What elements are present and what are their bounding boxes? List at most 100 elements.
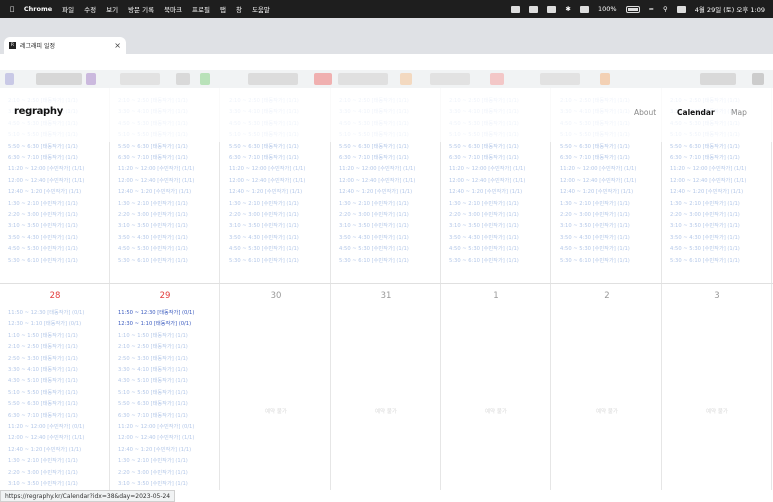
time-slot[interactable]: 3:10 ~ 3:50 [수민작가] (1/1): [118, 222, 188, 229]
time-slot[interactable]: 5:50 ~ 6:30 [태동작가] (1/1): [670, 143, 740, 150]
apple-icon[interactable]: : [10, 5, 14, 13]
time-slot[interactable]: 3:50 ~ 4:30 [수민작가] (1/1): [560, 234, 630, 241]
time-slot[interactable]: 2:20 ~ 3:00 [수민작가] (1/1): [118, 211, 188, 218]
time-slot[interactable]: 2:20 ~ 3:00 [수민작가] (1/1): [560, 211, 630, 218]
time-slot[interactable]: 12:40 ~ 1:20 [수민작가] (1/1): [560, 188, 633, 195]
bookmark-item[interactable]: [752, 73, 764, 85]
bookmark-item[interactable]: [430, 73, 470, 85]
time-slot[interactable]: 1:30 ~ 2:10 [수민작가] (1/1): [670, 200, 740, 207]
time-slot[interactable]: 1:30 ~ 2:10 [수민작가] (1/1): [449, 200, 519, 207]
bookmark-item[interactable]: [248, 73, 298, 85]
time-slot[interactable]: 1:10 ~ 1:50 [태동작가] (1/1): [118, 332, 188, 339]
time-slot[interactable]: 6:30 ~ 7:10 [태동작가] (1/1): [8, 412, 78, 419]
clock[interactable]: 4월 29일 (토) 오후 1:09: [695, 4, 765, 14]
time-slot[interactable]: 5:10 ~ 5:50 [태동작가] (1/1): [118, 389, 188, 396]
time-slot[interactable]: 4:50 ~ 5:30 [수민작가] (1/1): [8, 245, 78, 252]
time-slot[interactable]: 5:50 ~ 6:30 [태동작가] (1/1): [8, 400, 78, 407]
time-slot[interactable]: 5:10 ~ 5:50 [태동작가] (1/1): [8, 389, 78, 396]
time-slot[interactable]: 3:50 ~ 4:30 [수민작가] (1/1): [8, 234, 78, 241]
control-center-icon[interactable]: [676, 5, 686, 13]
time-slot[interactable]: 1:10 ~ 1:50 [태동작가] (1/1): [8, 332, 78, 339]
time-slot[interactable]: 4:50 ~ 5:30 [수민작가] (1/1): [118, 245, 188, 252]
menubar-item[interactable]: 파일: [62, 4, 74, 14]
time-slot[interactable]: 2:50 ~ 3:30 [태동작가] (1/1): [118, 355, 188, 362]
menubar-item[interactable]: 창: [236, 4, 242, 14]
time-slot[interactable]: 1:30 ~ 2:10 [수민작가] (1/1): [118, 457, 188, 464]
wifi-icon[interactable]: ≈: [649, 5, 654, 13]
time-slot[interactable]: 12:40 ~ 1:20 [수민작가] (1/1): [670, 188, 743, 195]
time-slot[interactable]: 6:30 ~ 7:10 [태동작가] (1/1): [229, 154, 299, 161]
time-slot[interactable]: 2:20 ~ 3:00 [수민작가] (1/1): [670, 211, 740, 218]
time-slot[interactable]: 3:10 ~ 3:50 [수민작가] (1/1): [8, 480, 78, 487]
time-slot[interactable]: 12:00 ~ 12:40 [수민작가] (1/1): [118, 177, 194, 184]
bookmark-item[interactable]: [700, 73, 736, 85]
time-slot[interactable]: 1:30 ~ 2:10 [수민작가] (1/1): [560, 200, 630, 207]
menubar-item[interactable]: 보기: [106, 4, 118, 14]
time-slot[interactable]: 11:20 ~ 12:00 [수민작가] (1/1): [339, 165, 415, 172]
menubar-item[interactable]: 방문 기록: [128, 4, 154, 14]
time-slot[interactable]: 3:10 ~ 3:50 [수민작가] (1/1): [229, 222, 299, 229]
time-slot[interactable]: 11:50 ~ 12:30 [태동작가] (0/1): [8, 309, 84, 316]
time-slot[interactable]: 5:30 ~ 6:10 [수민작가] (1/1): [449, 257, 519, 264]
time-slot[interactable]: 11:20 ~ 12:00 [수민작가] (1/1): [118, 165, 194, 172]
time-slot[interactable]: 1:30 ~ 2:10 [수민작가] (1/1): [8, 457, 78, 464]
time-slot[interactable]: 3:30 ~ 4:10 [태동작가] (1/1): [118, 366, 188, 373]
time-slot[interactable]: 5:50 ~ 6:30 [태동작가] (1/1): [8, 143, 78, 150]
time-slot[interactable]: 3:10 ~ 3:50 [수민작가] (1/1): [8, 222, 78, 229]
time-slot[interactable]: 6:30 ~ 7:10 [태동작가] (1/1): [118, 154, 188, 161]
time-slot[interactable]: 12:00 ~ 12:40 [수민작가] (1/1): [560, 177, 636, 184]
time-slot[interactable]: 3:50 ~ 4:30 [수민작가] (1/1): [449, 234, 519, 241]
time-slot[interactable]: 12:40 ~ 1:20 [수민작가] (1/1): [118, 188, 191, 195]
time-slot[interactable]: 4:50 ~ 5:30 [수민작가] (1/1): [449, 245, 519, 252]
time-slot[interactable]: 11:20 ~ 12:00 [수민작가] (1/1): [229, 165, 305, 172]
time-slot[interactable]: 6:30 ~ 7:10 [태동작가] (1/1): [449, 154, 519, 161]
time-slot[interactable]: 2:20 ~ 3:00 [수민작가] (1/1): [449, 211, 519, 218]
time-slot[interactable]: 2:20 ~ 3:00 [수민작가] (1/1): [8, 469, 78, 476]
time-slot[interactable]: 2:20 ~ 3:00 [수민작가] (1/1): [118, 469, 188, 476]
menubar-item[interactable]: 북마크: [164, 4, 182, 14]
time-slot[interactable]: 3:50 ~ 4:30 [수민작가] (1/1): [670, 234, 740, 241]
bookmark-item[interactable]: [200, 73, 210, 85]
time-slot[interactable]: 3:10 ~ 3:50 [수민작가] (1/1): [670, 222, 740, 229]
time-slot[interactable]: 3:10 ~ 3:50 [수민작가] (1/1): [118, 480, 188, 487]
nav-calendar[interactable]: Calendar: [677, 108, 715, 117]
time-slot[interactable]: 12:00 ~ 12:40 [수민작가] (1/1): [339, 177, 415, 184]
time-slot[interactable]: 6:30 ~ 7:10 [태동작가] (1/1): [339, 154, 409, 161]
time-slot[interactable]: 11:20 ~ 12:00 [수민작가] (0/1): [118, 423, 194, 430]
time-slot[interactable]: 5:30 ~ 6:10 [수민작가] (1/1): [229, 257, 299, 264]
time-slot[interactable]: 3:50 ~ 4:30 [수민작가] (1/1): [229, 234, 299, 241]
time-slot[interactable]: 3:30 ~ 4:10 [태동작가] (1/1): [8, 366, 78, 373]
time-slot[interactable]: 6:30 ~ 7:10 [태동작가] (1/1): [8, 154, 78, 161]
time-slot[interactable]: 12:00 ~ 12:40 [수민작가] (1/1): [229, 177, 305, 184]
time-slot[interactable]: 2:10 ~ 2:50 [태동작가] (1/1): [8, 343, 78, 350]
bookmark-item[interactable]: [540, 73, 580, 85]
time-slot[interactable]: 2:20 ~ 3:00 [수민작가] (1/1): [8, 211, 78, 218]
time-slot[interactable]: 12:00 ~ 12:40 [수민작가] (1/1): [449, 177, 525, 184]
bookmark-item[interactable]: [36, 73, 82, 85]
time-slot[interactable]: 2:10 ~ 2:50 [태동작가] (1/1): [118, 343, 188, 350]
time-slot[interactable]: 5:30 ~ 6:10 [수민작가] (1/1): [118, 257, 188, 264]
bookmark-item[interactable]: [5, 73, 14, 85]
time-slot[interactable]: 12:00 ~ 12:40 [수민작가] (1/1): [8, 177, 84, 184]
time-slot[interactable]: 5:50 ~ 6:30 [태동작가] (1/1): [229, 143, 299, 150]
time-slot[interactable]: 12:30 ~ 1:10 [태동작가] (0/1): [8, 320, 81, 327]
time-slot[interactable]: 5:50 ~ 6:30 [태동작가] (1/1): [118, 143, 188, 150]
time-slot[interactable]: 2:20 ~ 3:00 [수민작가] (1/1): [229, 211, 299, 218]
bluetooth-icon[interactable]: ✱: [565, 5, 570, 13]
bookmark-item[interactable]: [490, 73, 504, 85]
time-slot[interactable]: 5:30 ~ 6:10 [수민작가] (1/1): [560, 257, 630, 264]
time-slot[interactable]: 4:50 ~ 5:30 [수민작가] (1/1): [670, 245, 740, 252]
bookmark-item[interactable]: [338, 73, 388, 85]
bookmark-item[interactable]: [314, 73, 332, 85]
time-slot[interactable]: 6:30 ~ 7:10 [태동작가] (1/1): [118, 412, 188, 419]
time-slot[interactable]: 12:00 ~ 12:40 [수민작가] (1/1): [670, 177, 746, 184]
time-slot[interactable]: 4:50 ~ 5:30 [수민작가] (1/1): [339, 245, 409, 252]
time-slot[interactable]: 2:50 ~ 3:30 [태동작가] (1/1): [8, 355, 78, 362]
time-slot[interactable]: 1:30 ~ 2:10 [수민작가] (1/1): [8, 200, 78, 207]
time-slot[interactable]: 4:50 ~ 5:30 [수민작가] (1/1): [229, 245, 299, 252]
battery-icon[interactable]: [625, 5, 640, 13]
search-icon[interactable]: ⚲: [663, 5, 668, 13]
time-slot[interactable]: 12:00 ~ 12:40 [수민작가] (1/1): [118, 434, 194, 441]
time-slot[interactable]: 3:10 ~ 3:50 [수민작가] (1/1): [560, 222, 630, 229]
input-source-icon[interactable]: [579, 5, 589, 13]
